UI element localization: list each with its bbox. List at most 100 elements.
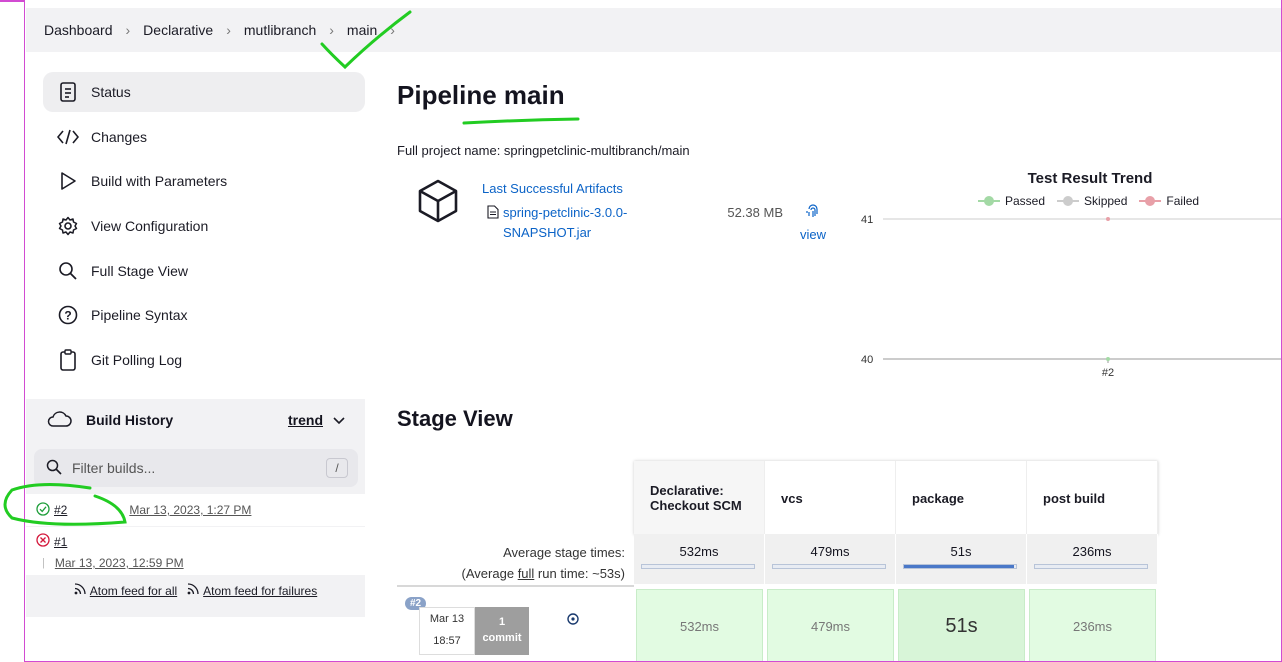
sidebar-item-changes[interactable]: Changes — [43, 117, 365, 157]
avg-full-link[interactable]: full — [518, 566, 535, 581]
test-result-trend-chart: 41 40 #2 — [861, 214, 1281, 379]
build-number-link[interactable]: #1 — [54, 535, 67, 549]
run-date-time: 18:57 — [433, 635, 461, 647]
stage-result-cell[interactable]: 51s — [896, 585, 1027, 661]
code-icon — [57, 126, 79, 148]
fingerprint-icon — [806, 204, 820, 222]
commit-count: 1 — [498, 616, 506, 628]
trend-label: trend — [288, 412, 323, 428]
stage-header-vcs: vcs — [765, 461, 896, 535]
avg-time-cell: 51s — [896, 534, 1027, 584]
artifact-file-row: spring-petclinic-3.0.0-SNAPSHOT.jar — [487, 203, 657, 243]
sidebar-item-git-polling-log[interactable]: Git Polling Log — [43, 340, 365, 380]
stage-result-cell[interactable]: 236ms — [1027, 585, 1158, 661]
breadcrumb-declarative[interactable]: Declarative — [143, 22, 213, 38]
sidebar: Status Changes Build with Parameters Vie… — [43, 72, 365, 385]
avg-time-cell: 532ms — [634, 534, 765, 584]
avg-time: 479ms — [810, 544, 850, 559]
atom-feed-all-link[interactable]: Atom feed for all — [74, 583, 177, 598]
avg-time-cell: 236ms — [1027, 534, 1158, 584]
avg-progress-bar — [903, 564, 1017, 569]
last-successful-artifacts: Last Successful Artifacts spring-petclin… — [417, 176, 837, 256]
gear-icon — [57, 215, 79, 237]
breadcrumb-main[interactable]: main — [347, 22, 377, 38]
chevron-right-icon: › — [329, 22, 334, 38]
rss-icon — [74, 583, 86, 598]
atom-feeds: Atom feed for all Atom feed for failures — [26, 583, 365, 598]
document-icon — [57, 81, 79, 103]
build-row[interactable]: #2 Mar 13, 2023, 1:27 PM — [26, 494, 365, 526]
sidebar-item-label: Git Polling Log — [91, 352, 183, 369]
passed-data-point — [1106, 357, 1110, 361]
artifact-view-link[interactable]: view — [796, 203, 830, 245]
atom-feed-failures-label: Atom feed for failures — [203, 583, 318, 598]
stage-time: 479ms — [767, 589, 894, 661]
average-stage-times-label: Average stage times: (Average full run t… — [397, 542, 625, 584]
y-tick-label: 41 — [861, 214, 873, 226]
cloud-icon — [46, 410, 72, 431]
search-icon — [57, 260, 79, 282]
chevron-right-icon: › — [125, 22, 131, 38]
stage-view-header: Declarative: Checkout SCM vcs package po… — [634, 461, 1158, 535]
stage-time: 532ms — [636, 589, 763, 661]
breadcrumb-dashboard[interactable]: Dashboard — [44, 22, 113, 38]
build-history-header: Build History trend — [26, 399, 365, 441]
stage-result-cell[interactable]: 479ms — [765, 585, 896, 661]
y-tick-label: 40 — [861, 354, 873, 366]
artifact-file-link[interactable]: spring-petclinic-3.0.0-SNAPSHOT.jar — [503, 203, 645, 243]
trend-link[interactable]: trend — [288, 412, 345, 428]
help-icon: ? — [57, 304, 79, 326]
sidebar-item-build-with-parameters[interactable]: Build with Parameters — [43, 161, 365, 201]
clock-icon[interactable] — [567, 612, 579, 628]
avg-progress-bar — [772, 564, 886, 569]
chevron-right-icon: › — [226, 22, 231, 38]
svg-text:?: ? — [64, 309, 71, 323]
sidebar-item-label: Pipeline Syntax — [91, 307, 188, 324]
avg-progress-fill — [904, 565, 1014, 568]
sidebar-item-label: Changes — [91, 128, 148, 145]
last-successful-artifacts-link[interactable]: Last Successful Artifacts — [482, 181, 623, 196]
stage-time: 236ms — [1029, 589, 1156, 661]
success-check-icon — [36, 501, 50, 519]
breadcrumb: Dashboard › Declarative › mutlibranch › … — [26, 8, 1281, 52]
failed-x-icon — [36, 533, 50, 550]
average-stage-times-row: Average stage times: (Average full run t… — [397, 534, 1160, 584]
divider: | — [42, 557, 45, 569]
build-run-row: #2 Mar 13 18:57 1 commit 532ms 479ms 51s… — [397, 585, 1160, 661]
atom-feed-all-label: Atom feed for all — [89, 583, 178, 598]
build-date-link[interactable]: Mar 13, 2023, 12:59 PM — [55, 556, 184, 570]
sidebar-item-pipeline-syntax[interactable]: ? Pipeline Syntax — [43, 295, 365, 335]
build-number-link[interactable]: #2 — [54, 503, 67, 517]
atom-feed-failures-link[interactable]: Atom feed for failures — [187, 583, 317, 598]
avg-full-suffix: run time: ~53s) — [534, 566, 625, 581]
avg-time-cell: 479ms — [765, 534, 896, 584]
run-info: #2 Mar 13 18:57 1 commit — [397, 585, 634, 661]
avg-progress-bar — [641, 564, 755, 569]
sidebar-item-label: Full Stage View — [91, 262, 189, 279]
run-commits-button[interactable]: 1 commit — [475, 607, 529, 655]
commit-label: commit — [482, 632, 522, 644]
build-date-link[interactable]: Mar 13, 2023, 1:27 PM — [129, 503, 251, 517]
build-history-title: Build History — [86, 412, 174, 428]
clipboard-icon — [57, 349, 79, 371]
jenkins-page: Dashboard › Declarative › mutlibranch › … — [24, 0, 1282, 662]
x-tick-label: #2 — [1102, 367, 1114, 379]
run-date-day: Mar 13 — [429, 613, 465, 625]
play-icon — [57, 170, 79, 192]
sidebar-item-label: View Configuration — [91, 218, 209, 235]
filter-placeholder: Filter builds... — [72, 460, 156, 476]
page-title: Pipeline main — [397, 80, 565, 110]
build-row[interactable]: #1 | Mar 13, 2023, 12:59 PM — [26, 527, 365, 575]
sidebar-item-full-stage-view[interactable]: Full Stage View — [43, 251, 365, 291]
run-date: Mar 13 18:57 — [419, 607, 475, 655]
sidebar-item-view-configuration[interactable]: View Configuration — [43, 206, 365, 246]
stage-view-title: Stage View — [397, 406, 513, 431]
sidebar-item-status[interactable]: Status — [43, 72, 365, 112]
avg-time: 51s — [950, 544, 972, 559]
breadcrumb-mutlibranch[interactable]: mutlibranch — [244, 22, 316, 38]
avg-label-text: Average stage times: — [503, 545, 625, 560]
stage-result-cell[interactable]: 532ms — [634, 585, 765, 661]
stage-time: 51s — [898, 589, 1025, 661]
avg-full-prefix: (Average — [461, 566, 518, 581]
filter-builds-input[interactable]: Filter builds... / — [34, 449, 358, 487]
